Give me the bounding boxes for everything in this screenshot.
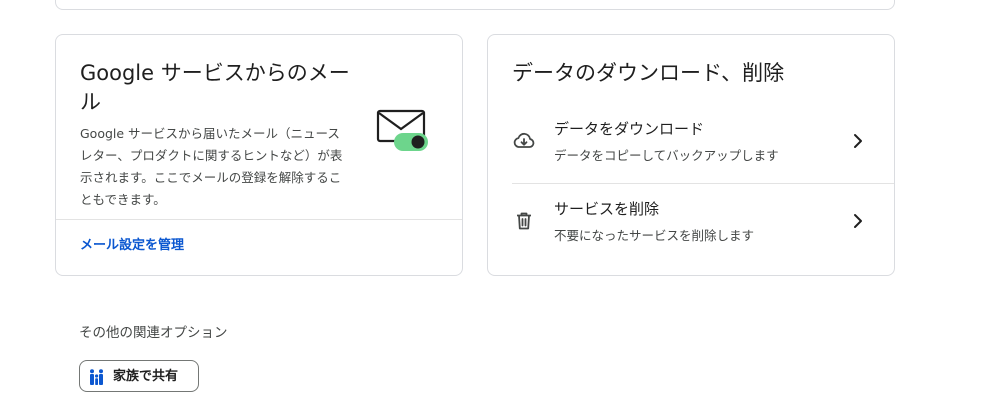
trash-icon bbox=[517, 212, 531, 230]
chevron-right-icon bbox=[854, 134, 862, 148]
email-card-title: Google サービスからのメール bbox=[80, 61, 350, 114]
delete-service-subtitle: 不要になったサービスを削除します bbox=[554, 228, 755, 243]
previous-card bbox=[55, 0, 895, 10]
delete-service-row[interactable]: サービスを削除 不要になったサービスを削除します bbox=[512, 187, 870, 259]
email-card-divider bbox=[56, 219, 462, 220]
download-data-title: データをダウンロード bbox=[554, 120, 705, 138]
download-data-subtitle: データをコピーしてバックアップします bbox=[554, 148, 779, 163]
family-icon bbox=[90, 369, 103, 385]
envelope-toggle-icon bbox=[376, 109, 428, 151]
data-card-title: データのダウンロード、削除 bbox=[512, 61, 785, 85]
email-card-description: Google サービスから届いたメール（ニュースレター、プロダクトに関するヒント… bbox=[80, 126, 343, 207]
page: Google サービスからのメール Google サービスから届いたメール（ニュ… bbox=[0, 0, 983, 416]
data-card-divider bbox=[512, 183, 894, 184]
delete-service-title: サービスを削除 bbox=[554, 200, 660, 218]
family-sharing-chip[interactable]: 家族で共有 bbox=[79, 360, 199, 392]
download-data-row[interactable]: データをダウンロード データをコピーしてバックアップします bbox=[512, 107, 870, 179]
chevron-right-icon bbox=[854, 214, 862, 228]
related-options-heading: その他の関連オプション bbox=[79, 325, 228, 341]
data-download-delete-card: データのダウンロード、削除 データをダウンロード データをコピーしてバックアップ… bbox=[487, 34, 895, 276]
manage-email-settings-link[interactable]: メール設定を管理 bbox=[80, 236, 184, 256]
family-sharing-label: 家族で共有 bbox=[113, 369, 179, 384]
email-settings-card: Google サービスからのメール Google サービスから届いたメール（ニュ… bbox=[55, 34, 463, 276]
cloud-download-icon bbox=[513, 132, 535, 148]
